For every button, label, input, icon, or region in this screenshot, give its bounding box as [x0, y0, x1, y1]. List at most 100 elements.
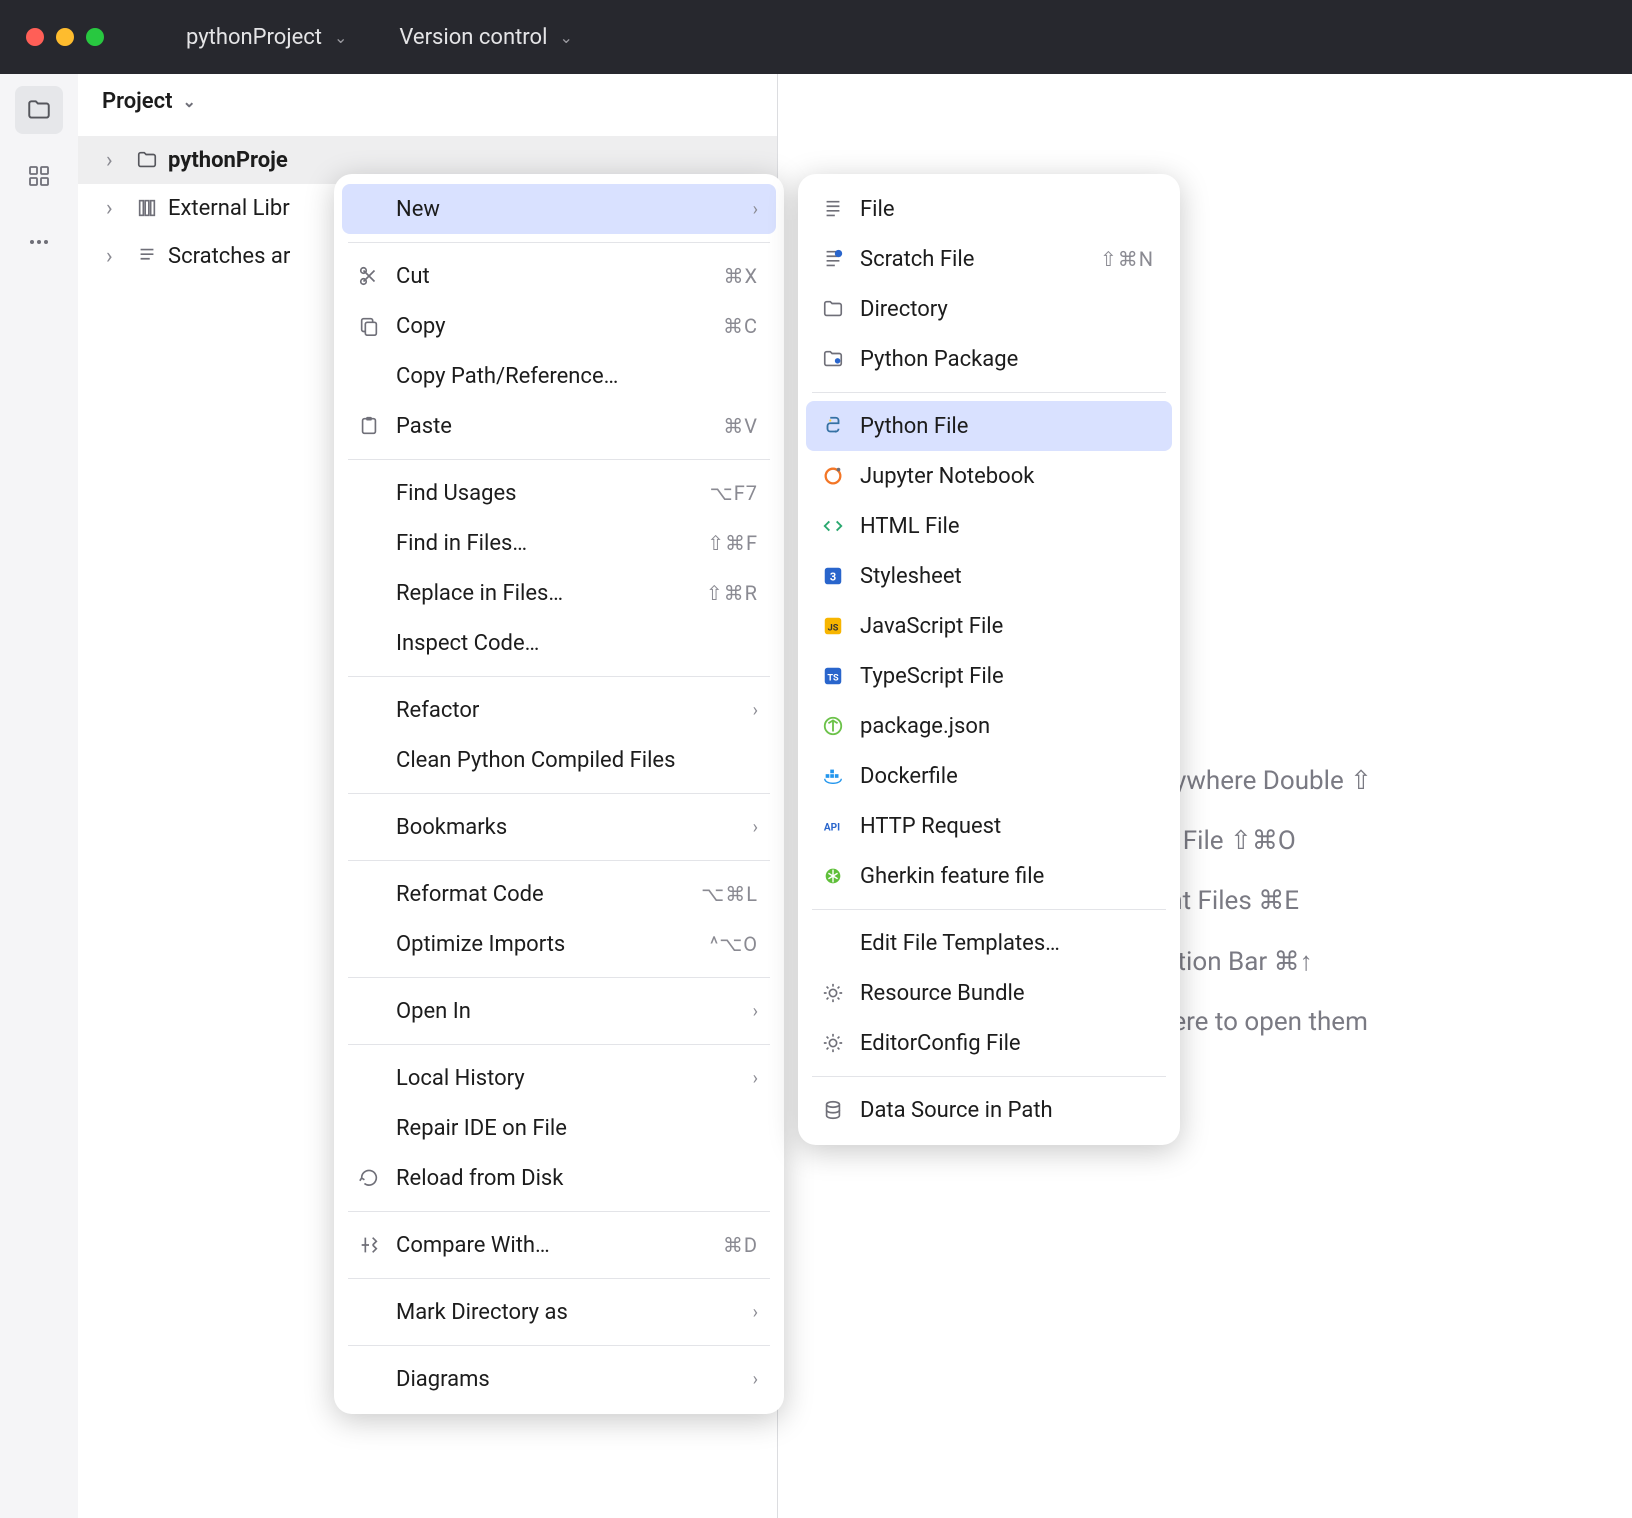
tree-scratches-label: Scratches ar	[168, 244, 290, 269]
context-item-label: Find in Files…	[396, 531, 527, 556]
context-item-find-usages[interactable]: Find Usages⌥F7	[342, 468, 776, 518]
new-item-http-request[interactable]: API HTTP Request	[806, 801, 1172, 851]
jupyter-icon	[820, 465, 846, 487]
context-separator	[348, 1345, 770, 1346]
file-icon	[820, 198, 846, 220]
context-item-paste[interactable]: Paste⌘V	[342, 401, 776, 451]
new-item-html-file[interactable]: HTML File	[806, 501, 1172, 551]
context-item-label: Copy Path/Reference…	[396, 364, 618, 389]
gear-icon	[822, 1032, 844, 1054]
vcs-selector[interactable]: Version control ⌄	[399, 25, 572, 50]
new-item-typescript-file[interactable]: TSTypeScript File	[806, 651, 1172, 701]
paste-icon	[358, 415, 380, 437]
new-item-label: HTTP Request	[860, 814, 1001, 839]
context-item-mark-directory-as[interactable]: Mark Directory as›	[342, 1287, 776, 1337]
folder-icon	[26, 97, 52, 123]
html-icon	[822, 515, 844, 537]
py-icon	[822, 415, 844, 437]
chevron-right-icon: ›	[753, 817, 758, 838]
new-item-python-file[interactable]: Python File	[806, 401, 1172, 451]
context-item-label: Clean Python Compiled Files	[396, 748, 675, 773]
compare-icon	[356, 1234, 382, 1256]
project-selector[interactable]: pythonProject ⌄	[186, 25, 347, 50]
context-separator	[348, 676, 770, 677]
shortcut-label: ⌥⌘L	[701, 882, 758, 906]
new-item-resource-bundle[interactable]: Resource Bundle	[806, 968, 1172, 1018]
chevron-right-icon: ›	[753, 1068, 758, 1089]
context-separator	[348, 459, 770, 460]
context-item-local-history[interactable]: Local History›	[342, 1053, 776, 1103]
library-icon	[136, 197, 158, 219]
shortcut-label: ⇧⌘R	[706, 581, 758, 605]
ts-icon: TS	[822, 665, 844, 687]
minimize-window-icon[interactable]	[56, 28, 74, 46]
context-item-label: Copy	[396, 314, 446, 339]
context-item-compare-with[interactable]: Compare With…⌘D	[342, 1220, 776, 1270]
more-tool-button[interactable]	[15, 218, 63, 266]
js-icon: JS	[820, 615, 846, 637]
gear-icon	[820, 982, 846, 1004]
new-item-package-json[interactable]: package.json	[806, 701, 1172, 751]
context-item-replace-in-files[interactable]: Replace in Files… ⇧⌘R	[342, 568, 776, 618]
context-item-label: Mark Directory as	[396, 1300, 568, 1325]
new-item-python-package[interactable]: Python Package	[806, 334, 1172, 384]
context-item-cut[interactable]: Cut⌘X	[342, 251, 776, 301]
context-item-label: Inspect Code…	[396, 631, 539, 656]
context-item-diagrams[interactable]: Diagrams›	[342, 1354, 776, 1404]
new-item-file[interactable]: File	[806, 184, 1172, 234]
new-item-directory[interactable]: Directory	[806, 284, 1172, 334]
new-item-editorconfig-file[interactable]: EditorConfig File	[806, 1018, 1172, 1068]
new-item-edit-file-templates[interactable]: Edit File Templates…	[806, 918, 1172, 968]
context-item-bookmarks[interactable]: Bookmarks›	[342, 802, 776, 852]
gherkin-icon	[822, 865, 844, 887]
context-item-inspect-code[interactable]: Inspect Code…	[342, 618, 776, 668]
context-item-label: Paste	[396, 414, 452, 439]
new-item-jupyter-notebook[interactable]: Jupyter Notebook	[806, 451, 1172, 501]
pkg-icon	[820, 348, 846, 370]
project-pane-header[interactable]: Project ⌄	[78, 74, 777, 130]
new-item-label: Data Source in Path	[860, 1098, 1053, 1123]
close-window-icon[interactable]	[26, 28, 44, 46]
context-item-open-in[interactable]: Open In›	[342, 986, 776, 1036]
cut-icon	[358, 265, 380, 287]
new-item-label: Jupyter Notebook	[860, 464, 1034, 489]
context-item-optimize-imports[interactable]: Optimize Imports^⌥O	[342, 919, 776, 969]
new-item-scratch-file[interactable]: Scratch File⇧⌘N	[806, 234, 1172, 284]
context-item-repair-ide-on-file[interactable]: Repair IDE on File	[342, 1103, 776, 1153]
db-icon	[820, 1099, 846, 1121]
context-item-reload-from-disk[interactable]: Reload from Disk	[342, 1153, 776, 1203]
context-item-label: Replace in Files…	[396, 581, 563, 606]
chevron-right-icon: ›	[753, 1001, 758, 1022]
context-item-label: Repair IDE on File	[396, 1116, 567, 1141]
titlebar: pythonProject ⌄ Version control ⌄	[0, 0, 1632, 74]
context-separator	[348, 242, 770, 243]
reload-icon	[356, 1167, 382, 1189]
context-item-find-in-files[interactable]: Find in Files… ⇧⌘F	[342, 518, 776, 568]
context-item-label: Find Usages	[396, 481, 516, 506]
shortcut-label: ⇧⌘F	[707, 531, 758, 555]
structure-tool-button[interactable]	[15, 152, 63, 200]
jupyter-icon	[822, 465, 844, 487]
new-item-dockerfile[interactable]: Dockerfile	[806, 751, 1172, 801]
context-item-clean-python-compiled-files[interactable]: Clean Python Compiled Files	[342, 735, 776, 785]
new-item-javascript-file[interactable]: JSJavaScript File	[806, 601, 1172, 651]
context-item-refactor[interactable]: Refactor›	[342, 685, 776, 735]
context-item-new[interactable]: New›	[342, 184, 776, 234]
new-item-label: EditorConfig File	[860, 1031, 1021, 1056]
scratch-icon	[822, 248, 844, 270]
svg-text:API: API	[824, 823, 840, 834]
context-item-label: Optimize Imports	[396, 932, 565, 957]
new-item-label: Python File	[860, 414, 968, 439]
context-item-copy-path-reference[interactable]: Copy Path/Reference…	[342, 351, 776, 401]
gear-icon	[822, 982, 844, 1004]
new-item-data-source-in-path[interactable]: Data Source in Path	[806, 1085, 1172, 1135]
context-item-reformat-code[interactable]: Reformat Code⌥⌘L	[342, 869, 776, 919]
zoom-window-icon[interactable]	[86, 28, 104, 46]
context-item-copy[interactable]: Copy⌘C	[342, 301, 776, 351]
new-item-gherkin-feature-file[interactable]: Gherkin feature file	[806, 851, 1172, 901]
new-item-stylesheet[interactable]: 3Stylesheet	[806, 551, 1172, 601]
context-separator	[348, 793, 770, 794]
project-tool-button[interactable]	[15, 86, 63, 134]
html-icon	[820, 515, 846, 537]
svg-text:JS: JS	[828, 624, 839, 634]
